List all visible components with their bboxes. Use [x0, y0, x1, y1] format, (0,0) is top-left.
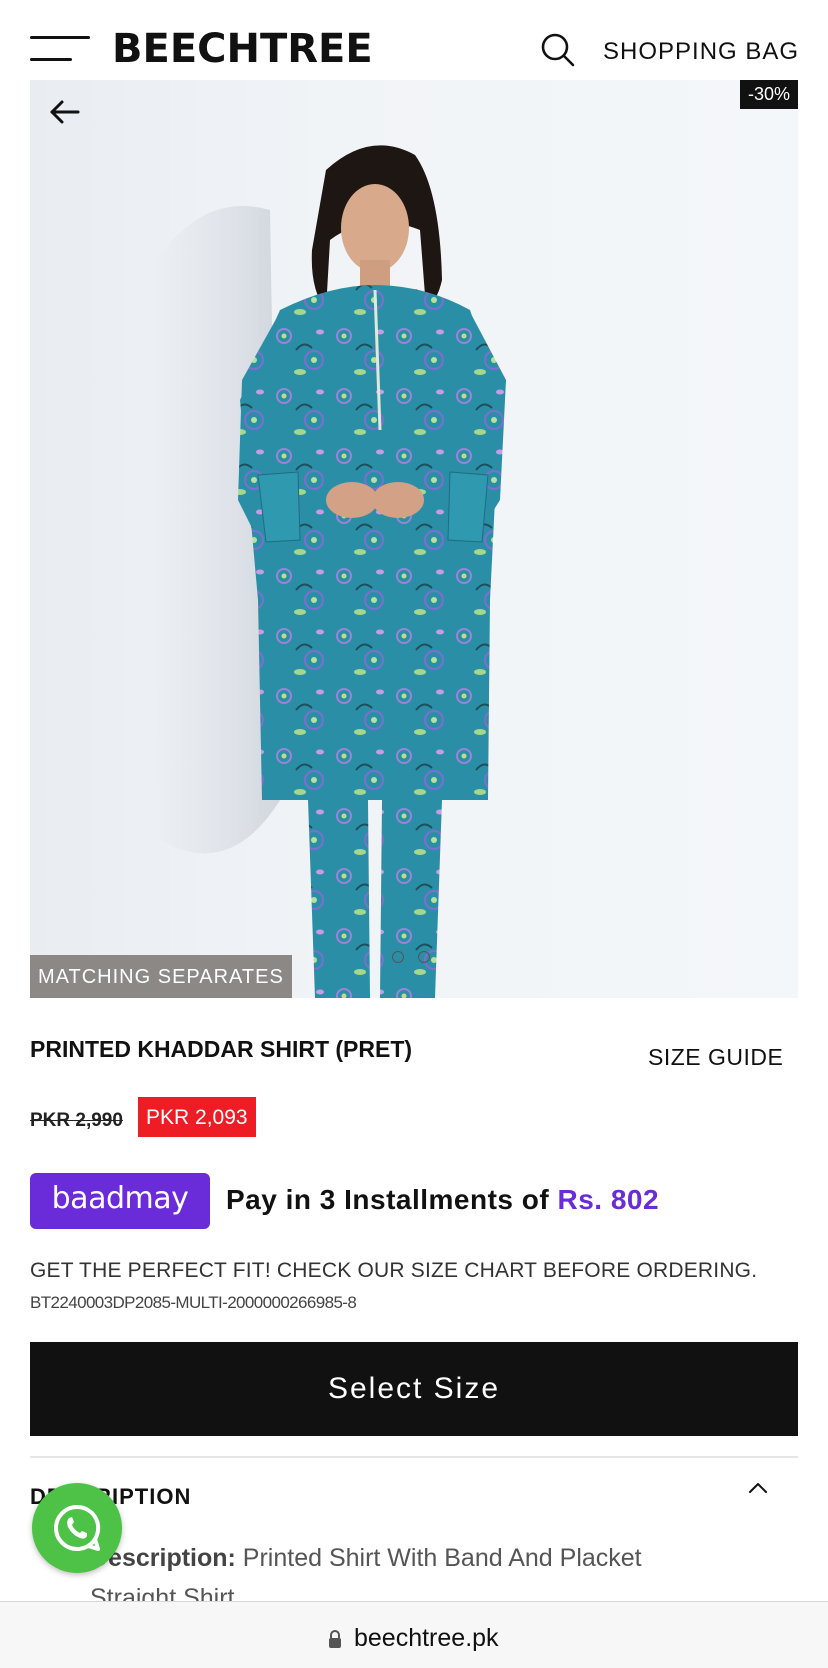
discount-badge: -30% — [739, 80, 798, 109]
size-chart-note: GET THE PERFECT FIT! CHECK OUR SIZE CHAR… — [30, 1259, 758, 1282]
search-icon[interactable] — [540, 32, 576, 68]
carousel-dot[interactable] — [392, 951, 404, 963]
chevron-up-icon[interactable] — [746, 1476, 770, 1500]
browser-address-bar[interactable]: beechtree.pk — [0, 1601, 828, 1668]
collection-tag: MATCHING SEPARATES — [30, 955, 292, 998]
carousel-dot[interactable] — [418, 951, 430, 963]
product-image[interactable]: -30% MATCHING SEPARATES — [30, 80, 798, 998]
installment-label: Pay in 3 Installments of — [226, 1184, 558, 1215]
model-photo — [150, 145, 506, 998]
whatsapp-chat-button[interactable] — [32, 1483, 122, 1573]
product-sku: BT2240003DP2085-MULTI-2000000266985-8 — [30, 1293, 357, 1312]
shopping-bag-link[interactable]: SHOPPING BAG — [603, 38, 799, 66]
installment-text: Pay in 3 Installments of Rs. 802 — [226, 1184, 659, 1216]
brand-logo[interactable]: BEECHTREE — [112, 26, 373, 72]
size-guide-link[interactable]: SIZE GUIDE — [648, 1044, 783, 1071]
baadmay-logo[interactable]: baadmay — [30, 1173, 210, 1229]
lock-icon — [329, 1630, 341, 1648]
url-text: beechtree.pk — [354, 1624, 499, 1652]
product-title: PRINTED KHADDAR SHIRT (PRET) — [30, 1036, 413, 1062]
section-divider — [30, 1456, 798, 1458]
select-size-button[interactable]: Select Size — [30, 1342, 798, 1436]
whatsapp-icon — [54, 1504, 101, 1552]
installment-amount: Rs. 802 — [557, 1184, 660, 1215]
menu-icon[interactable] — [30, 36, 90, 64]
site-header: BEECHTREE SHOPPING BAG — [0, 0, 828, 80]
back-arrow-icon[interactable] — [46, 94, 82, 130]
original-price: PKR 2,990 — [30, 1110, 123, 1131]
sale-price: PKR 2,093 — [138, 1097, 256, 1137]
image-carousel-dots[interactable] — [392, 950, 444, 968]
